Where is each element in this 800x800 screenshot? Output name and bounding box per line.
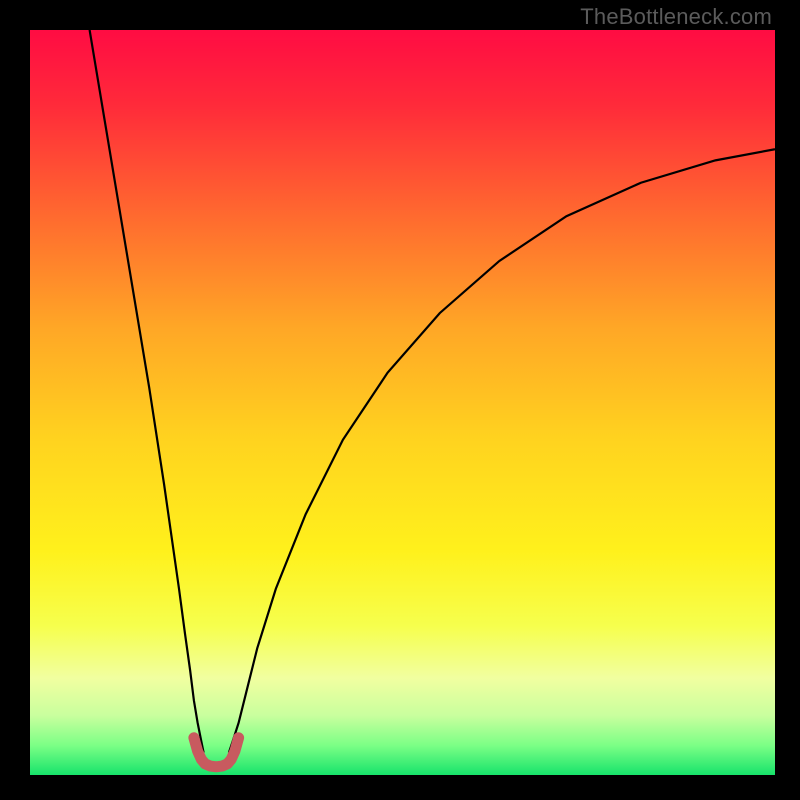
curve-layer — [30, 30, 775, 775]
series-right-branch — [229, 149, 775, 752]
plot-area — [30, 30, 775, 775]
series-bottom-u-highlight — [194, 738, 239, 767]
chart-frame: TheBottleneck.com — [0, 0, 800, 800]
series-left-branch — [90, 30, 204, 753]
watermark-text: TheBottleneck.com — [580, 4, 772, 30]
